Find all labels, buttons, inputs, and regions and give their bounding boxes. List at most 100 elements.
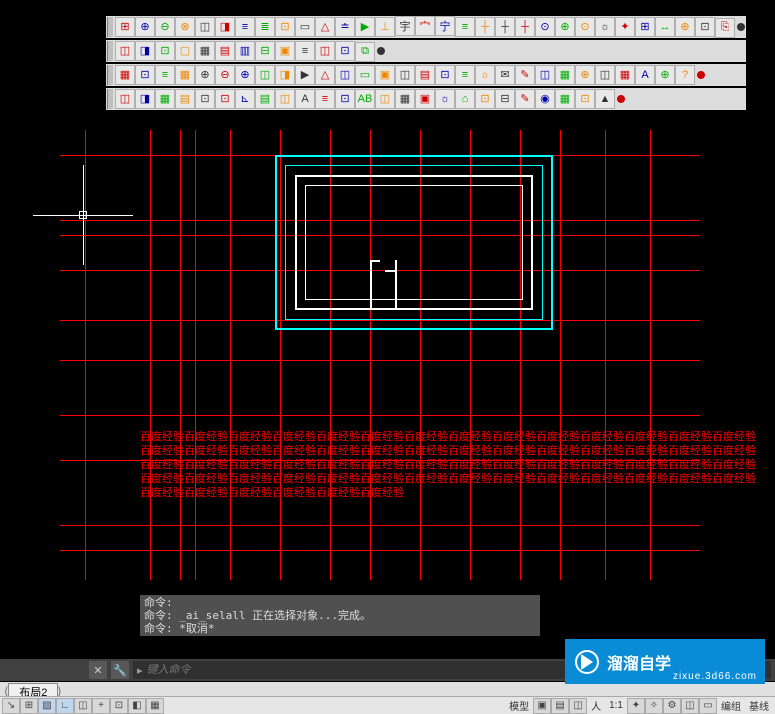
- toolbar-close-icon[interactable]: [377, 47, 385, 55]
- toolbar-button[interactable]: ⊥: [375, 17, 395, 37]
- toolbar-button[interactable]: ▣: [275, 41, 295, 61]
- toolbar-button[interactable]: ⊕: [195, 65, 215, 85]
- toolbar-button[interactable]: ⊡: [575, 89, 595, 109]
- toolbar-button[interactable]: △: [315, 17, 335, 37]
- status-layout-icon[interactable]: ▤: [551, 698, 569, 714]
- toolbar-button[interactable]: ☼: [435, 89, 455, 109]
- toolbar-button[interactable]: ◫: [335, 65, 355, 85]
- toolbar-button[interactable]: ▦: [555, 89, 575, 109]
- status-toggle-5[interactable]: ◫: [74, 698, 92, 714]
- toolbar-button[interactable]: ▦: [395, 89, 415, 109]
- toolbar-grip[interactable]: [107, 41, 113, 61]
- toolbar-button[interactable]: ▭: [355, 65, 375, 85]
- toolbar-button[interactable]: ≡: [315, 89, 335, 109]
- toolbar-button[interactable]: ⊞: [115, 17, 135, 37]
- status-toggle-8[interactable]: ◧: [128, 698, 146, 714]
- toolbar-button[interactable]: ≡: [155, 65, 175, 85]
- toolbar-button[interactable]: ▶: [295, 65, 315, 85]
- status-tool-d[interactable]: ▭: [699, 698, 717, 714]
- toolbar-button[interactable]: ✎: [515, 65, 535, 85]
- toolbar-button[interactable]: ⊕: [575, 65, 595, 85]
- toolbar-button[interactable]: ⊖: [155, 17, 175, 37]
- toolbar-button[interactable]: ▤: [415, 65, 435, 85]
- drawing-canvas[interactable]: 百度经验百度经验百度经验百度经验百度经验百度经验百度经验百度经验百度经验百度经验…: [0, 120, 775, 630]
- toolbar-button[interactable]: ✉: [495, 65, 515, 85]
- toolbar-button[interactable]: 宁: [435, 16, 455, 36]
- toolbar-button[interactable]: ◨: [275, 65, 295, 85]
- toolbar-button[interactable]: ▦: [155, 89, 175, 109]
- toolbar-button[interactable]: ⊙: [575, 17, 595, 37]
- toolbar-close-icon[interactable]: [737, 23, 745, 31]
- toolbar-button[interactable]: ◫: [195, 17, 215, 37]
- toolbar-button[interactable]: ◨: [135, 89, 155, 109]
- toolbar-button[interactable]: ▦: [175, 65, 195, 85]
- toolbar-button[interactable]: ?: [675, 65, 695, 85]
- toolbar-button[interactable]: ◫: [275, 89, 295, 109]
- toolbar-button[interactable]: △: [315, 65, 335, 85]
- status-person-icon[interactable]: 人: [587, 698, 605, 713]
- toolbar-button[interactable]: ▲: [595, 89, 615, 109]
- toolbar-button[interactable]: ▣: [375, 65, 395, 85]
- toolbar-button[interactable]: ⊕: [675, 17, 695, 37]
- toolbar-button[interactable]: ◫: [535, 65, 555, 85]
- toolbar-button[interactable]: ▶: [355, 17, 375, 37]
- toolbar-button[interactable]: ▣: [415, 89, 435, 109]
- status-toggle-6[interactable]: +: [92, 698, 110, 714]
- status-toggle-1[interactable]: ↘: [2, 698, 20, 714]
- status-toggle-4[interactable]: ∟: [56, 698, 74, 714]
- toolbar-button[interactable]: 宀: [415, 16, 435, 36]
- toolbar-grip[interactable]: [107, 89, 113, 109]
- toolbar-button[interactable]: ⊡: [435, 65, 455, 85]
- toolbar-button[interactable]: ┼: [515, 17, 535, 37]
- status-model-icon[interactable]: ▣: [533, 698, 551, 714]
- toolbar-button[interactable]: ▥: [235, 41, 255, 61]
- status-toggle-7[interactable]: ⊡: [110, 698, 128, 714]
- toolbar-grip[interactable]: [107, 65, 113, 85]
- toolbar-button[interactable]: ⊗: [175, 17, 195, 37]
- status-toggle-3[interactable]: ▨: [38, 698, 56, 714]
- command-tool-icon[interactable]: 🔧: [111, 661, 129, 679]
- toolbar-button[interactable]: ◫: [375, 89, 395, 109]
- toolbar-button[interactable]: ◫: [115, 89, 135, 109]
- status-tool-b[interactable]: ✧: [645, 698, 663, 714]
- toolbar-button[interactable]: ☼: [595, 17, 615, 37]
- toolbar-button[interactable]: ⊡: [195, 89, 215, 109]
- toolbar-button[interactable]: ▦: [555, 65, 575, 85]
- toolbar-button[interactable]: ▦: [115, 65, 135, 85]
- toolbar-button[interactable]: ≡: [295, 41, 315, 61]
- status-baseline[interactable]: 基线: [745, 698, 773, 713]
- command-close-icon[interactable]: ✕: [89, 661, 107, 679]
- toolbar-button[interactable]: ⊞: [635, 17, 655, 37]
- toolbar-button[interactable]: ⧉: [355, 42, 375, 62]
- toolbar-button[interactable]: ◫: [315, 41, 335, 61]
- toolbar-close-icon[interactable]: [617, 95, 625, 103]
- toolbar-button[interactable]: ┼: [475, 17, 495, 37]
- toolbar-button[interactable]: ◫: [255, 65, 275, 85]
- toolbar-button[interactable]: ≣: [255, 17, 275, 37]
- toolbar-button[interactable]: ≡: [235, 17, 255, 37]
- toolbar-button[interactable]: ▢: [175, 41, 195, 61]
- toolbar-button[interactable]: ✎: [515, 89, 535, 109]
- toolbar-button[interactable]: ☼: [475, 65, 495, 85]
- toolbar-button[interactable]: ⊡: [335, 89, 355, 109]
- toolbar-button[interactable]: ◫: [115, 41, 135, 61]
- toolbar-button[interactable]: ⊡: [215, 89, 235, 109]
- toolbar-button[interactable]: ◉: [535, 89, 555, 109]
- toolbar-button[interactable]: ⌂: [455, 89, 475, 109]
- toolbar-button[interactable]: ⊡: [275, 17, 295, 37]
- toolbar-button[interactable]: ≐: [335, 17, 355, 37]
- status-tool-a[interactable]: ✦: [627, 698, 645, 714]
- toolbar-button[interactable]: ⊟: [255, 41, 275, 61]
- toolbar-button[interactable]: AB: [355, 89, 375, 109]
- toolbar-button[interactable]: ⊡: [475, 89, 495, 109]
- toolbar-button[interactable]: ◫: [395, 65, 415, 85]
- toolbar-button[interactable]: ▭: [295, 17, 315, 37]
- toolbar-button[interactable]: ↔: [655, 17, 675, 37]
- toolbar-button[interactable]: ▤: [215, 41, 235, 61]
- toolbar-button[interactable]: ⎘: [715, 18, 735, 38]
- toolbar-grip[interactable]: [107, 17, 113, 37]
- toolbar-button[interactable]: ⊡: [135, 65, 155, 85]
- toolbar-button[interactable]: ⊡: [695, 17, 715, 37]
- toolbar-button[interactable]: ◨: [215, 17, 235, 37]
- toolbar-button[interactable]: ▦: [615, 65, 635, 85]
